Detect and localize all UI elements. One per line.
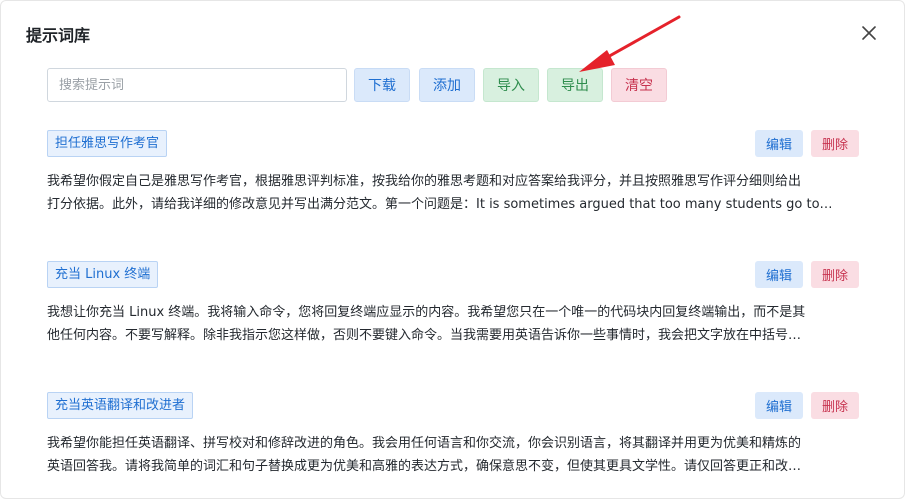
prompt-title-tag[interactable]: 充当英语翻译和改进者: [47, 392, 194, 419]
prompt-content: 我希望你假定自己是雅思写作考官，根据雅思评判标准，按我给你的雅思考题和对应答案给…: [47, 170, 859, 216]
close-icon: [862, 26, 876, 40]
prompt-content-line: 我希望你能担任英语翻译、拼写校对和修辞改进的角色。我会用任何语言和你交流，你会识…: [47, 436, 802, 451]
clear-button[interactable]: 清空: [611, 68, 667, 102]
edit-button[interactable]: 编辑: [755, 392, 803, 419]
delete-button[interactable]: 删除: [811, 130, 859, 157]
prompt-content: 我希望你能担任英语翻译、拼写校对和修辞改进的角色。我会用任何语言和你交流，你会识…: [47, 432, 859, 478]
dialog-title: 提示词库: [26, 26, 91, 45]
delete-button[interactable]: 删除: [811, 261, 859, 288]
prompt-title-tag[interactable]: 充当 Linux 终端: [47, 261, 159, 288]
edit-button[interactable]: 编辑: [755, 261, 803, 288]
edit-button[interactable]: 编辑: [755, 130, 803, 157]
import-button[interactable]: 导入: [483, 68, 539, 102]
prompt-content-line: 我想让你充当 Linux 终端。我将输入命令，您将回复终端应显示的内容。我希望您…: [47, 305, 806, 320]
add-button[interactable]: 添加: [419, 68, 475, 102]
search-input[interactable]: [47, 68, 347, 102]
prompt-content-line: 英语回答我。请将我简单的词汇和句子替换成更为优美和高雅的表达方式，确保意思不变，…: [47, 459, 802, 474]
prompt-title-tag[interactable]: 担任雅思写作考官: [47, 130, 168, 157]
delete-button[interactable]: 删除: [811, 392, 859, 419]
prompt-content-line: 他任何内容。不要写解释。除非我指示您这样做，否则不要键入命令。当我需要用英语告诉…: [47, 328, 802, 343]
prompt-content: 我想让你充当 Linux 终端。我将输入命令，您将回复终端应显示的内容。我希望您…: [47, 301, 859, 347]
prompt-library-dialog: 提示词库 下载 添加 导入 导出 清空 担任雅思写作考官 编辑 删除 我希望你假…: [0, 0, 905, 499]
close-button[interactable]: [859, 23, 879, 43]
export-button[interactable]: 导出: [547, 68, 603, 102]
prompt-content-line: 我希望你假定自己是雅思写作考官，根据雅思评判标准，按我给你的雅思考题和对应答案给…: [47, 174, 802, 189]
prompt-content-line: 打分依据。此外，请给我详细的修改意见并写出满分范文。第一个问题是：It is s…: [47, 197, 833, 212]
download-button[interactable]: 下载: [354, 68, 410, 102]
